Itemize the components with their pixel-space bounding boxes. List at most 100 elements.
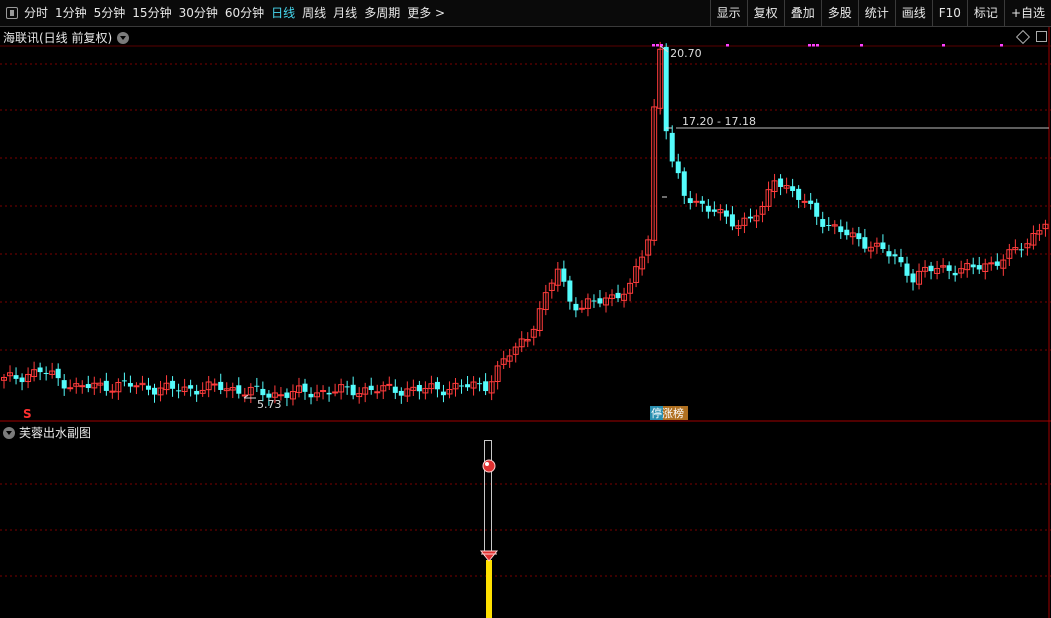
candle-body-down: [176, 390, 182, 392]
candle-body-up: [801, 200, 808, 203]
candle-body-down: [260, 388, 266, 396]
ruby-highlight: [485, 462, 489, 466]
candle-body-down: [13, 375, 19, 379]
candle-body-down: [675, 161, 681, 174]
signal-dot: [808, 44, 811, 47]
candle-body-down: [898, 256, 904, 263]
candles: [1, 41, 1049, 407]
candle-body-down: [904, 263, 910, 276]
ruby-icon: [482, 459, 496, 473]
signal-dot: [812, 44, 815, 47]
signal-dot: [726, 44, 729, 47]
sub-chart-graphics: [479, 440, 499, 618]
stock-title: 海联讯(日线 前复权): [3, 31, 113, 45]
indicator-outline: [484, 440, 492, 556]
candle-body-down: [976, 265, 982, 270]
candle-body-down: [778, 178, 784, 187]
signal-dot: [860, 44, 863, 47]
candle-body-down: [37, 367, 43, 373]
candle-body-up: [374, 391, 381, 394]
candle-body-down: [705, 205, 711, 212]
candle-body-down: [790, 186, 796, 192]
candle-body-down: [928, 265, 934, 272]
candle-body-down: [687, 198, 693, 204]
candle-body-down: [284, 392, 290, 398]
candle-body-down: [946, 265, 952, 271]
candle-body-down: [573, 303, 579, 311]
sub-chart-title: 芙蓉出水副图: [19, 426, 92, 440]
candle-body-down: [145, 385, 151, 390]
candle-body-down: [398, 390, 404, 396]
candle-body-down: [55, 368, 61, 379]
candle-body-down: [236, 385, 242, 394]
candle-body-down: [416, 384, 422, 392]
candle-body-down: [326, 392, 332, 395]
range-label: 17.20 - 17.18: [682, 115, 756, 128]
title-dropdown-icon[interactable]: [117, 31, 130, 44]
candle-body-down: [344, 386, 350, 388]
candlestick-chart[interactable]: 20.70 17.20 - 17.18 5.73 S 停涨榜: [0, 0, 1051, 618]
candle-body-up: [79, 385, 86, 388]
candle-body-down: [994, 261, 1000, 266]
candle-body-down: [254, 385, 260, 387]
candle-body-down: [188, 385, 194, 389]
indicator-bar: [486, 560, 492, 618]
candle-body-down: [483, 381, 489, 392]
candle-body-down: [85, 384, 91, 389]
candle-body-down: [711, 209, 717, 212]
diamond-icon[interactable]: [1015, 29, 1031, 45]
candle-body-up: [67, 387, 74, 390]
candle-body-down: [1018, 249, 1024, 251]
candle-body-down: [465, 384, 471, 388]
limit-up-badge: 停涨榜: [651, 406, 684, 420]
candle-body-down: [350, 384, 356, 396]
candle-body-up: [133, 385, 140, 388]
candle-body-up: [693, 200, 700, 203]
signal-dot: [942, 44, 945, 47]
candle-body-up: [988, 262, 995, 265]
candle-body-down: [952, 272, 958, 276]
candle-body-up: [332, 391, 339, 394]
candle-body-down: [368, 385, 374, 391]
candle-body-down: [892, 254, 898, 257]
candle-body-up: [578, 307, 585, 310]
annotation-marks: 20.70 17.20 - 17.18 5.73 S 停涨榜: [23, 44, 1049, 421]
candle-body-down: [477, 383, 483, 385]
sub-dropdown-icon[interactable]: [3, 426, 15, 439]
grid-lines: [0, 27, 1051, 618]
sell-marker: S: [23, 407, 32, 421]
candle-body-down: [723, 210, 729, 217]
candle-body-down: [434, 381, 440, 390]
candle-body-down: [699, 200, 705, 204]
candle-body-down: [440, 391, 446, 396]
candle-body-down: [127, 383, 133, 387]
candle-body-down: [152, 387, 157, 395]
candle-body-down: [19, 377, 25, 383]
candle-body-down: [910, 273, 916, 283]
candle-body-down: [844, 229, 850, 236]
high-price-label: 20.70: [670, 47, 702, 60]
candle-body-down: [61, 380, 67, 389]
candle-body-down: [747, 216, 753, 219]
chart-corner-icons: [1015, 29, 1047, 45]
diamond-gem-icon: [479, 550, 499, 562]
candle-body-down: [808, 200, 814, 204]
candle-body-down: [43, 372, 49, 374]
candle-body-down: [194, 390, 200, 395]
candle-body-down: [856, 233, 862, 240]
candle-body-down: [796, 188, 802, 200]
candle-body-down: [663, 46, 669, 132]
candle-body-down: [121, 380, 127, 382]
low-price-label: 5.73: [257, 398, 282, 411]
maximize-icon[interactable]: [1036, 31, 1047, 42]
candle-body-down: [170, 380, 176, 389]
candle-body-down: [820, 219, 826, 227]
candle-body-down: [597, 298, 603, 304]
candle-body-down: [729, 214, 735, 227]
candle-body-up: [386, 383, 393, 386]
candle-body-up: [277, 394, 284, 397]
candle-body-down: [880, 242, 886, 249]
candle-body-down: [970, 264, 976, 268]
candle-body-down: [561, 268, 567, 282]
candle-body-down: [826, 225, 832, 227]
